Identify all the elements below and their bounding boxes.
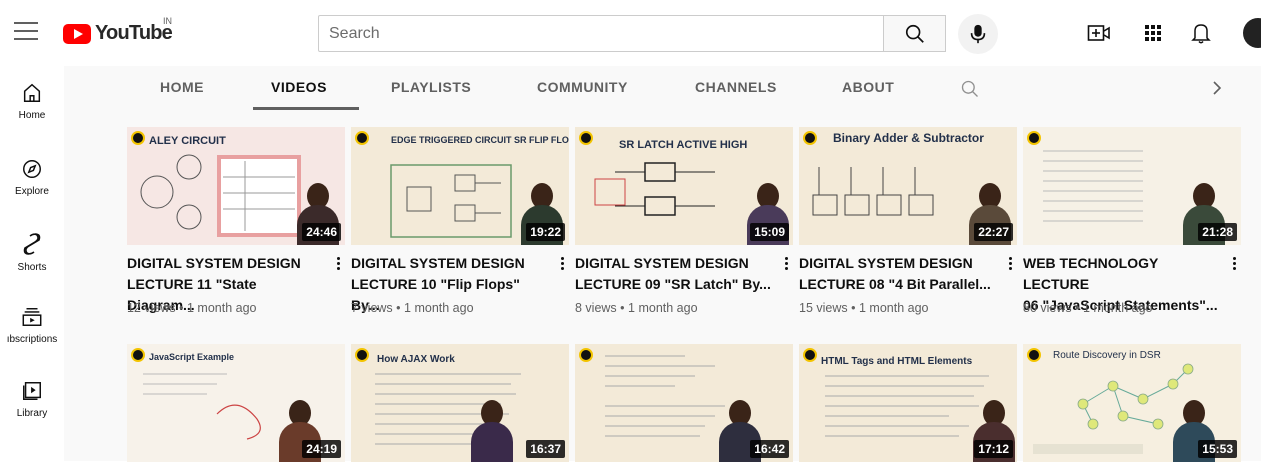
- video-meta: 15 views • 1 month ago: [799, 301, 929, 315]
- sidebar-item-label: Explore: [15, 186, 49, 197]
- presenter-image: [469, 400, 515, 462]
- video-title-line: DIGITAL SYSTEM DESIGN: [127, 255, 301, 271]
- sidebar: Home Explore Shorts ıbscriptions Library: [0, 66, 64, 461]
- duration-badge: 16:37: [526, 440, 565, 458]
- separator: •: [179, 301, 184, 315]
- active-tab-indicator: [253, 107, 359, 110]
- duration-badge: 16:42: [750, 440, 789, 458]
- more-options-icon[interactable]: [331, 253, 345, 273]
- search-input[interactable]: [329, 24, 883, 43]
- view-count: 7 views: [351, 301, 393, 315]
- video-meta: 12 views • 1 month ago: [127, 301, 257, 315]
- video-thumbnail[interactable]: How AJAX Work 16:37: [351, 344, 569, 462]
- videos-grid: ALEY CIRCUIT 24:46 DIGITAL SYSTEM DESIGN…: [64, 111, 1261, 462]
- duration-badge: 15:53: [1198, 440, 1237, 458]
- view-count: 8 views: [575, 301, 617, 315]
- upload-age: 1 month ago: [1083, 301, 1153, 315]
- apps-grid-icon[interactable]: [1140, 20, 1166, 46]
- sidebar-item-home[interactable]: Home: [0, 82, 64, 154]
- tab-videos[interactable]: VIDEOS: [271, 79, 327, 95]
- more-options-icon[interactable]: [1227, 253, 1241, 273]
- view-count: 12 views: [127, 301, 176, 315]
- home-icon: [23, 83, 41, 102]
- sidebar-item-library[interactable]: Library: [0, 380, 64, 452]
- separator: •: [620, 301, 625, 315]
- youtube-play-icon: [63, 23, 91, 44]
- mic-icon: [970, 24, 986, 44]
- video-thumbnail[interactable]: HTML Tags and HTML Elements 17:12: [799, 344, 1017, 462]
- separator: •: [396, 301, 401, 315]
- video-title-line: LECTURE 08 "4 Bit Parallel...: [799, 276, 991, 292]
- tab-channels[interactable]: CHANNELS: [695, 79, 777, 95]
- duration-badge: 17:12: [974, 440, 1013, 458]
- video-meta: 80 views • 1 month ago: [1023, 301, 1153, 315]
- video-meta: 7 views • 1 month ago: [351, 301, 474, 315]
- video-title-line: LECTURE 09 "SR Latch" By...: [575, 276, 771, 292]
- video-thumbnail[interactable]: 16:42: [575, 344, 793, 462]
- library-icon: [23, 382, 41, 400]
- upload-age: 1 month ago: [187, 301, 257, 315]
- avatar[interactable]: [1243, 18, 1261, 48]
- video-title-line: DIGITAL SYSTEM DESIGN: [799, 255, 973, 271]
- sidebar-item-shorts[interactable]: Shorts: [0, 232, 64, 304]
- more-options-icon[interactable]: [1003, 253, 1017, 273]
- search-button[interactable]: [884, 15, 946, 52]
- logo-text: YouTube: [95, 22, 173, 44]
- separator: •: [1075, 301, 1080, 315]
- youtube-logo[interactable]: YouTube IN: [63, 16, 173, 45]
- channel-search-icon[interactable]: [960, 79, 980, 104]
- more-options-icon[interactable]: [555, 253, 569, 273]
- sidebar-item-explore[interactable]: Explore: [0, 158, 64, 230]
- separator: •: [851, 301, 856, 315]
- tab-community[interactable]: COMMUNITY: [537, 79, 628, 95]
- duration-badge: 21:28: [1198, 223, 1237, 241]
- tab-home[interactable]: HOME: [160, 79, 204, 95]
- sidebar-item-subscriptions[interactable]: ıbscriptions: [0, 306, 64, 378]
- duration-badge: 19:22: [526, 223, 565, 241]
- search-icon: [905, 24, 924, 43]
- search-box: [318, 15, 884, 52]
- upload-age: 1 month ago: [859, 301, 929, 315]
- notifications-bell-icon[interactable]: [1188, 20, 1214, 46]
- view-count: 80 views: [1023, 301, 1072, 315]
- upload-age: 1 month ago: [404, 301, 474, 315]
- duration-badge: 22:27: [974, 223, 1013, 241]
- voice-search-button[interactable]: [958, 14, 998, 54]
- video-thumbnail[interactable]: ALEY CIRCUIT 24:46: [127, 127, 345, 245]
- more-options-icon[interactable]: [779, 253, 793, 273]
- video-title[interactable]: DIGITAL SYSTEM DESIGN LECTURE 08 "4 Bit P…: [799, 253, 995, 295]
- top-bar: YouTube IN: [0, 0, 1261, 66]
- shorts-icon: [23, 233, 41, 255]
- video-thumbnail[interactable]: JavaScript Example 24:19: [127, 344, 345, 462]
- duration-badge: 24:46: [302, 223, 341, 241]
- duration-badge: 24:19: [302, 440, 341, 458]
- menu-icon[interactable]: [14, 22, 38, 42]
- sidebar-item-label: Library: [16, 408, 48, 419]
- video-title-line: DIGITAL SYSTEM DESIGN: [351, 255, 525, 271]
- video-thumbnail[interactable]: EDGE TRIGGERED CIRCUIT SR FLIP FLOP 19:2…: [351, 127, 569, 245]
- sidebar-item-label: ıbscriptions: [6, 334, 58, 345]
- country-code: IN: [163, 16, 172, 26]
- duration-badge: 15:09: [750, 223, 789, 241]
- channel-tabs: HOME VIDEOS PLAYLISTS COMMUNITY CHANNELS…: [64, 66, 1261, 111]
- chevron-right-icon[interactable]: [1210, 79, 1224, 102]
- video-thumbnail[interactable]: Route Discovery in DSR 15:53: [1023, 344, 1241, 462]
- create-video-icon[interactable]: [1086, 20, 1112, 46]
- subscriptions-icon: [22, 308, 42, 326]
- compass-icon: [23, 160, 41, 178]
- upload-age: 1 month ago: [628, 301, 698, 315]
- view-count: 15 views: [799, 301, 848, 315]
- sidebar-item-label: Home: [18, 110, 46, 121]
- video-thumbnail[interactable]: 21:28: [1023, 127, 1241, 245]
- video-thumbnail[interactable]: SR LATCH ACTIVE HIGH 15:09: [575, 127, 793, 245]
- video-meta: 8 views • 1 month ago: [575, 301, 698, 315]
- video-title-line: WEB TECHNOLOGY LECTURE: [1023, 255, 1159, 292]
- video-title[interactable]: DIGITAL SYSTEM DESIGN LECTURE 09 "SR Latc…: [575, 253, 771, 295]
- video-title-line: DIGITAL SYSTEM DESIGN: [575, 255, 749, 271]
- tab-playlists[interactable]: PLAYLISTS: [391, 79, 471, 95]
- tab-about[interactable]: ABOUT: [842, 79, 894, 95]
- video-thumbnail[interactable]: Binary Adder & Subtractor 22:27: [799, 127, 1017, 245]
- sidebar-item-label: Shorts: [17, 262, 47, 273]
